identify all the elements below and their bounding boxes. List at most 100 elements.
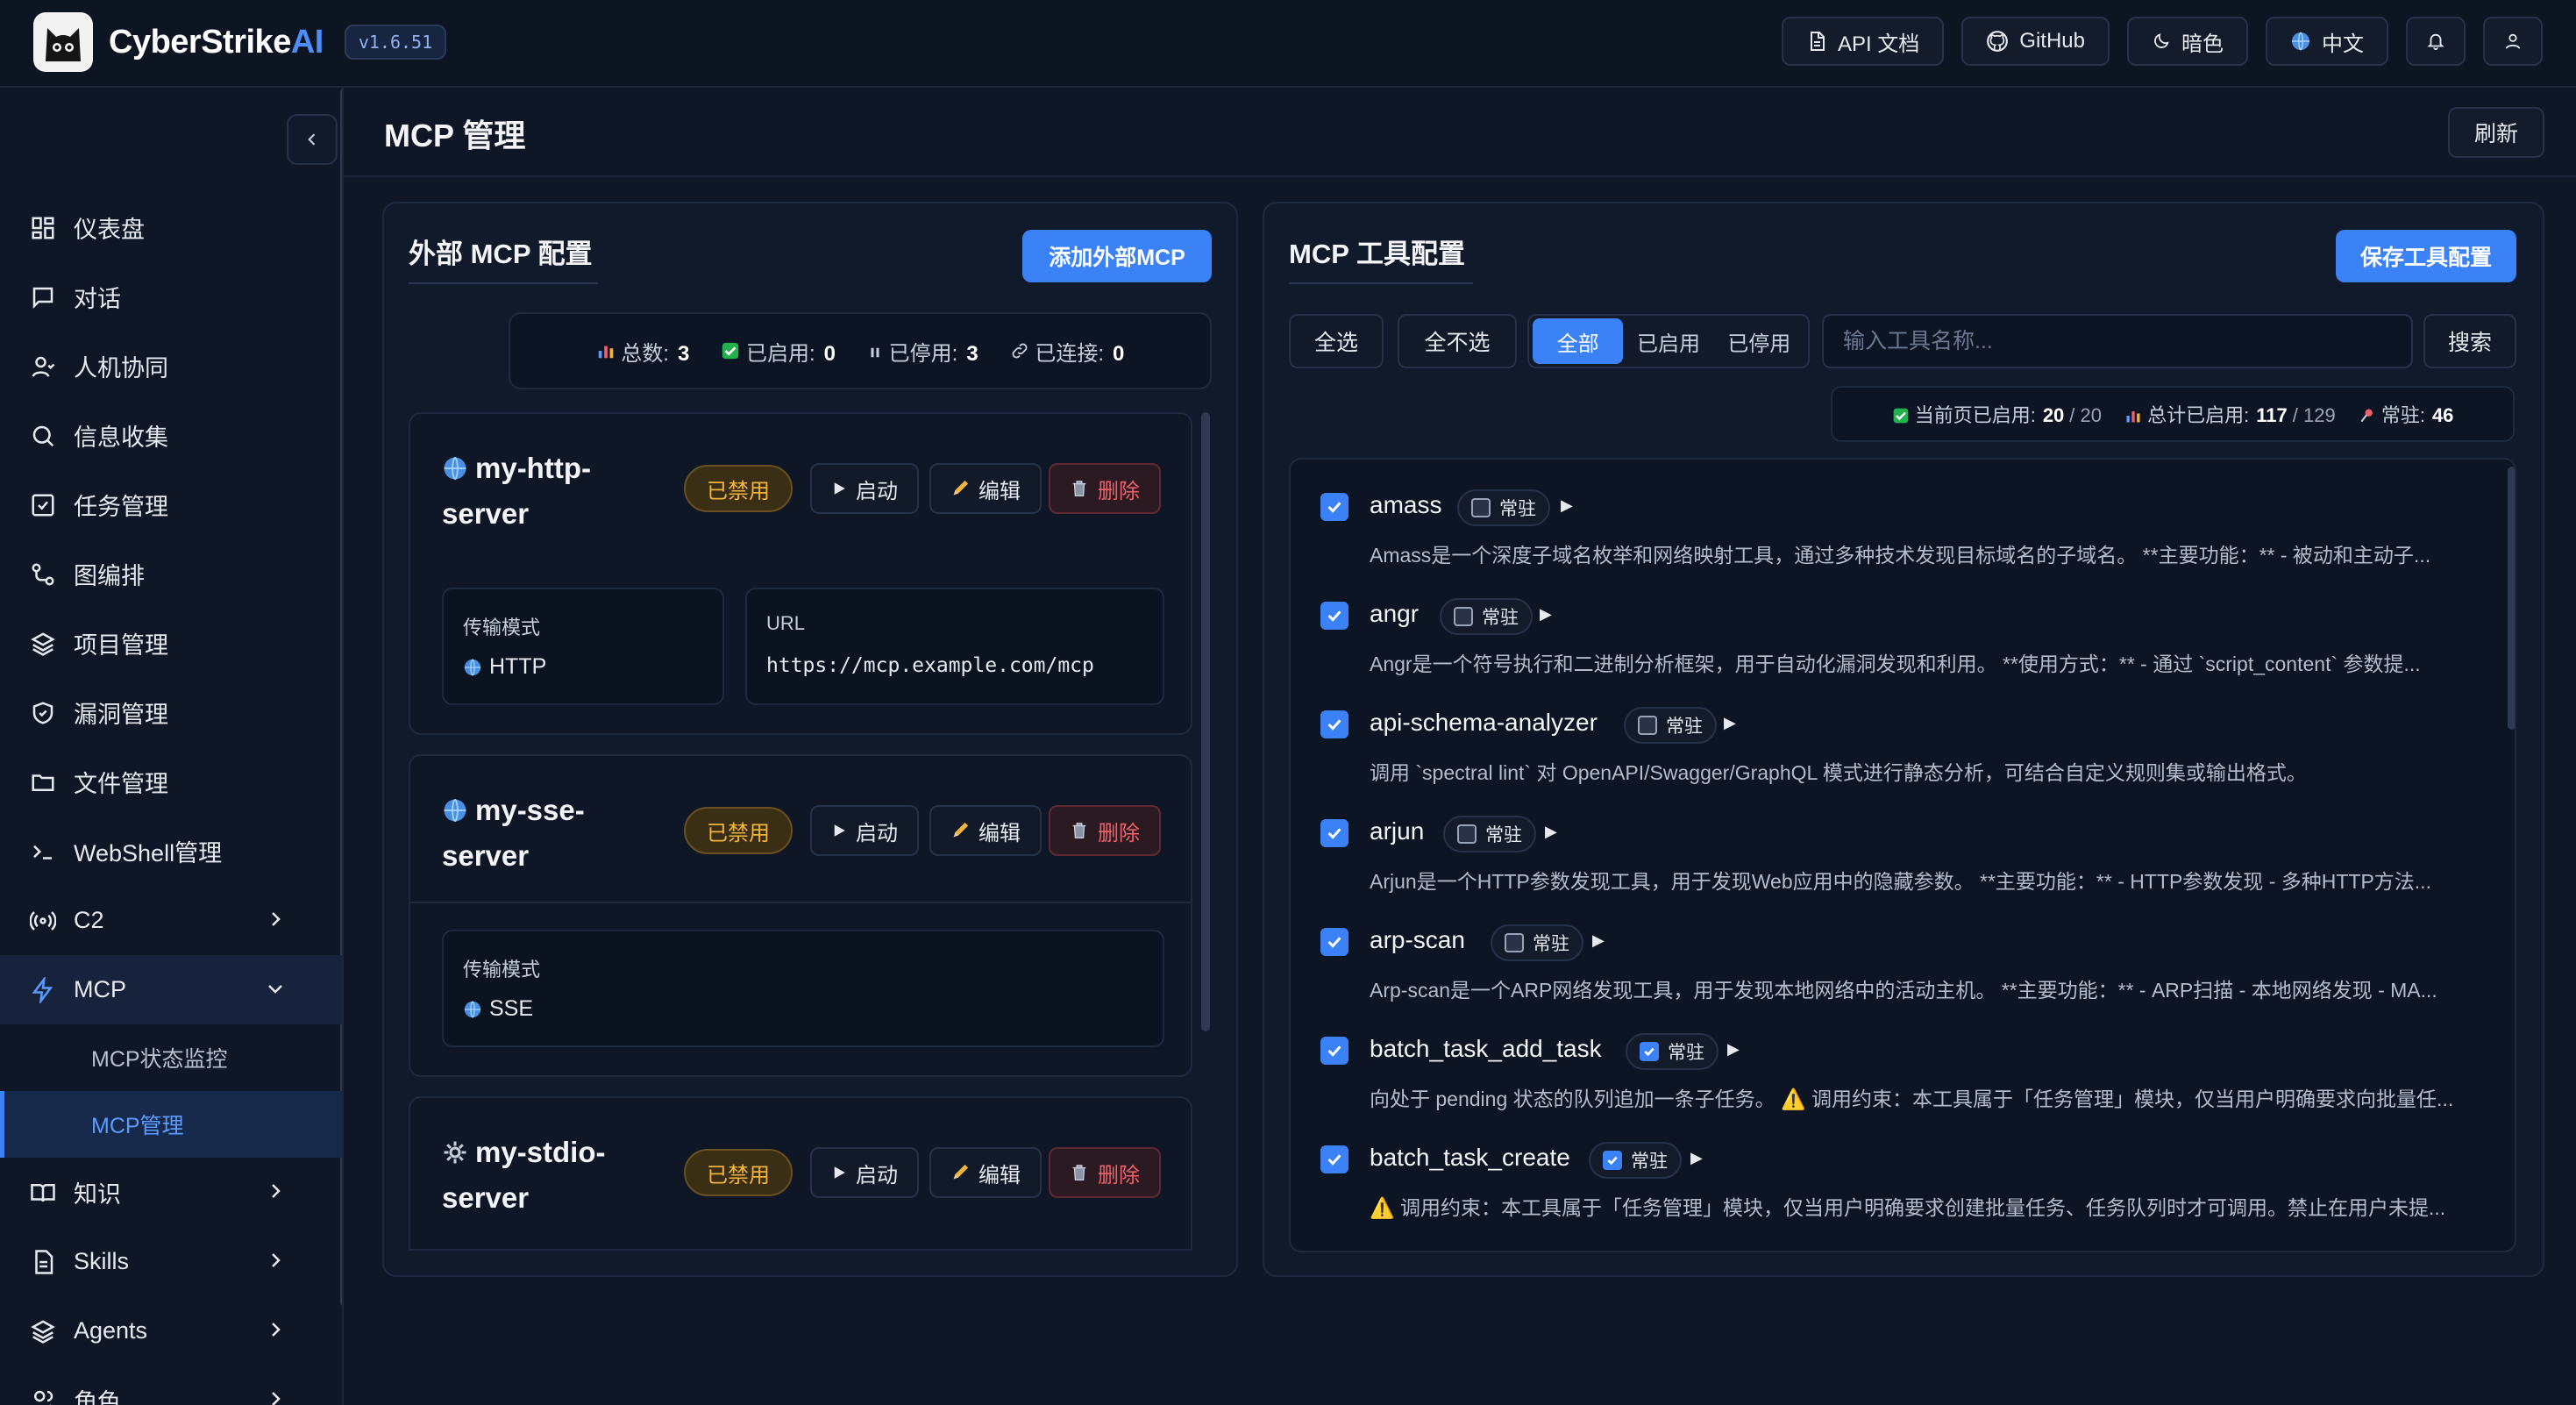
- chevron-right-icon: [272, 1323, 281, 1337]
- link-icon: [1012, 343, 1028, 358]
- sidebar-item-mcp-monitor[interactable]: MCP状态监控: [0, 1024, 342, 1091]
- save-tools-button[interactable]: 保存工具配置: [2336, 230, 2516, 282]
- tool-description: ⚠️ 调用约束：本工具属于「任务管理」模块，仅当用户明确要求创建批量任务、任务队…: [1370, 1196, 2446, 1219]
- sidebar-item-mcp[interactable]: MCP: [0, 955, 342, 1024]
- tool-enabled-checkbox[interactable]: [1320, 819, 1348, 847]
- sidebar-item-files[interactable]: 文件管理: [0, 747, 342, 817]
- sidebar-item-mcp-manage[interactable]: MCP管理: [0, 1091, 342, 1158]
- start-button[interactable]: 启动: [810, 463, 919, 514]
- pin-checkbox[interactable]: [1454, 607, 1473, 626]
- pause-icon: [871, 347, 879, 357]
- expand-arrow-icon[interactable]: ▶: [1561, 496, 1573, 515]
- sidebar-collapse-button[interactable]: [287, 114, 338, 165]
- sidebar-item-tasks[interactable]: 任务管理: [0, 470, 342, 539]
- pin-toggle[interactable]: 常驻: [1440, 598, 1533, 635]
- edit-button[interactable]: 编辑: [929, 805, 1042, 856]
- sidebar-item-skills[interactable]: Skills: [0, 1227, 342, 1296]
- sidebar-item-graph[interactable]: 图编排: [0, 539, 342, 609]
- sidebar-item-webshell[interactable]: WebShell管理: [0, 817, 342, 886]
- pin-toggle[interactable]: 常驻: [1626, 1033, 1719, 1070]
- graph-icon: [28, 560, 58, 589]
- pin-checkbox[interactable]: [1640, 1042, 1659, 1061]
- server-list-scrollbar[interactable]: [1201, 412, 1210, 1031]
- play-icon: [834, 824, 845, 837]
- user-menu-button[interactable]: [2483, 17, 2543, 66]
- pin-toggle[interactable]: 常驻: [1589, 1142, 1682, 1179]
- stat-total: 总数: 3: [596, 336, 689, 367]
- notifications-button[interactable]: [2406, 17, 2466, 66]
- brand[interactable]: CyberStrikeAI v1.6.51: [33, 12, 447, 72]
- bar-chart-icon: [2126, 411, 2140, 423]
- page-header: MCP 管理 刷新: [344, 88, 2576, 177]
- divider: [410, 902, 1191, 903]
- api-docs-button[interactable]: API 文档: [1781, 17, 1945, 66]
- expand-arrow-icon[interactable]: ▶: [1592, 931, 1605, 950]
- tool-enabled-checkbox[interactable]: [1320, 602, 1348, 630]
- search-button[interactable]: 搜索: [2423, 314, 2516, 368]
- pin-checkbox[interactable]: [1638, 716, 1657, 735]
- add-external-mcp-button[interactable]: 添加外部MCP: [1022, 230, 1212, 282]
- sidebar-item-info-gathering[interactable]: 信息收集: [0, 401, 342, 470]
- expand-arrow-icon[interactable]: ▶: [1540, 605, 1552, 624]
- pin-toggle[interactable]: 常驻: [1443, 816, 1536, 852]
- edit-button[interactable]: 编辑: [929, 463, 1042, 514]
- edit-button[interactable]: 编辑: [929, 1147, 1042, 1198]
- delete-button[interactable]: 删除: [1049, 463, 1161, 514]
- sidebar-item-knowledge[interactable]: 知识: [0, 1158, 342, 1227]
- select-none-button[interactable]: 全不选: [1398, 314, 1517, 368]
- pin-checkbox[interactable]: [1457, 824, 1477, 844]
- tool-enabled-checkbox[interactable]: [1320, 1037, 1348, 1065]
- check-icon: [1327, 610, 1341, 622]
- language-button[interactable]: 中文: [2266, 17, 2388, 66]
- tool-enabled-checkbox[interactable]: [1320, 710, 1348, 738]
- globe-icon: [464, 1000, 481, 1018]
- pencil-icon: [953, 1164, 969, 1180]
- tool-enabled-checkbox[interactable]: [1320, 1145, 1348, 1173]
- mcp-tools-title: MCP 工具配置: [1289, 239, 1465, 269]
- delete-button[interactable]: 删除: [1049, 805, 1161, 856]
- page-title: MCP 管理: [384, 118, 526, 153]
- check-box-icon: [1893, 408, 1908, 424]
- tab-disabled[interactable]: 已停用: [1714, 318, 1804, 364]
- sidebar-item-c2[interactable]: C2: [0, 886, 342, 955]
- tool-search-input[interactable]: [1822, 314, 2413, 368]
- sidebar-item-projects[interactable]: 项目管理: [0, 609, 342, 678]
- pin-toggle[interactable]: 常驻: [1457, 489, 1550, 526]
- start-button[interactable]: 启动: [810, 1147, 919, 1198]
- pin-checkbox[interactable]: [1505, 933, 1524, 952]
- theme-toggle-button[interactable]: 暗色: [2127, 17, 2248, 66]
- mcp-server-card: my-stdio-server 已禁用 启动 编辑 删除: [409, 1096, 1192, 1251]
- sidebar-item-roles[interactable]: 角色: [0, 1366, 342, 1405]
- trash-icon: [1072, 823, 1086, 838]
- pin-toggle[interactable]: 常驻: [1491, 924, 1583, 961]
- check-icon: [1327, 502, 1341, 513]
- tab-enabled[interactable]: 已启用: [1623, 318, 1713, 364]
- expand-arrow-icon[interactable]: ▶: [1545, 823, 1557, 841]
- sidebar-item-dashboard[interactable]: 仪表盘: [0, 193, 342, 262]
- expand-arrow-icon[interactable]: ▶: [1727, 1040, 1740, 1059]
- expand-arrow-icon[interactable]: ▶: [1724, 714, 1736, 732]
- sidebar-item-human-collab[interactable]: 人机协同: [0, 332, 342, 401]
- check-icon: [1607, 1156, 1618, 1166]
- sidebar-item-vulns[interactable]: 漏洞管理: [0, 678, 342, 747]
- refresh-button[interactable]: 刷新: [2447, 107, 2544, 158]
- delete-button[interactable]: 删除: [1049, 1147, 1161, 1198]
- tool-list-scrollbar[interactable]: [2508, 467, 2515, 730]
- pin-checkbox[interactable]: [1471, 498, 1491, 517]
- expand-arrow-icon[interactable]: ▶: [1690, 1149, 1703, 1167]
- sidebar-item-agents[interactable]: Agents: [0, 1296, 342, 1366]
- sidebar: 仪表盘 对话 人机协同 信息收集 任务管理 图编排 项目管理 漏洞管理 文件管理…: [0, 88, 344, 1405]
- tool-enabled-checkbox[interactable]: [1320, 493, 1348, 521]
- github-button[interactable]: GitHub: [1961, 17, 2110, 66]
- start-button[interactable]: 启动: [810, 805, 919, 856]
- tab-all[interactable]: 全部: [1533, 318, 1624, 364]
- pencil-icon: [953, 822, 969, 838]
- sidebar-item-chat[interactable]: 对话: [0, 262, 342, 332]
- pin-checkbox[interactable]: [1603, 1151, 1622, 1170]
- user-icon: [28, 352, 58, 382]
- status-badge: 已禁用: [684, 465, 793, 512]
- select-all-button[interactable]: 全选: [1289, 314, 1384, 368]
- tool-description: Arjun是一个HTTP参数发现工具，用于发现Web应用中的隐藏参数。 **主要…: [1370, 870, 2431, 893]
- tool-enabled-checkbox[interactable]: [1320, 928, 1348, 956]
- pin-toggle[interactable]: 常驻: [1624, 707, 1717, 744]
